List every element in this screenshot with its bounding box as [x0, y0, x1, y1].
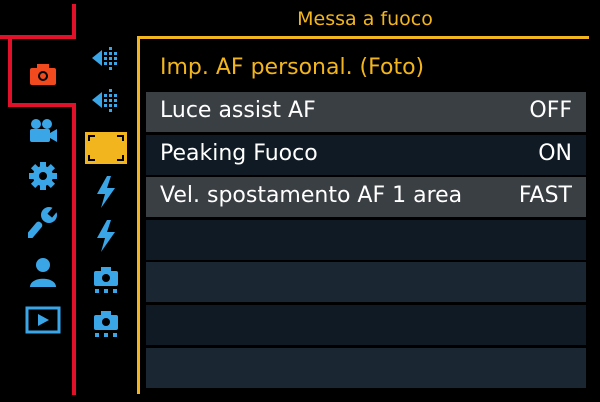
subtab-af-1[interactable]: [88, 40, 124, 76]
selection-frame-top-right: [8, 35, 76, 39]
panel-frame-left: [137, 36, 140, 394]
gear-icon: [29, 162, 57, 190]
af-grid-icon: [92, 47, 117, 70]
playback-icon: [25, 306, 61, 334]
subtab-flash-1[interactable]: [88, 174, 124, 210]
camera-custom-icon: [94, 267, 118, 293]
selection-frame-right-upper: [72, 4, 76, 39]
menu-item-label: Luce assist AF: [160, 98, 316, 123]
menu-row-empty: [146, 305, 586, 345]
af-grid-icon: [92, 89, 117, 112]
menu-item-label: Imp. AF personal. (Foto): [160, 55, 425, 80]
category-playback[interactable]: [25, 302, 61, 338]
subtab-flash-2[interactable]: [88, 218, 124, 254]
menu-item-value: ON: [538, 141, 572, 166]
video-camera-icon: [30, 119, 57, 142]
category-custom[interactable]: [25, 158, 61, 194]
menu-item-value: OFF: [529, 98, 572, 123]
camera-icon: [30, 64, 56, 85]
menu-item-label: Peaking Fuoco: [160, 141, 318, 166]
category-my-menu[interactable]: [25, 254, 61, 290]
selection-frame-bottom: [8, 103, 76, 107]
panel-frame-top: [137, 36, 589, 39]
flash-icon: [97, 176, 115, 208]
subtab-af-2[interactable]: [88, 82, 124, 118]
menu-row-empty: [146, 220, 586, 260]
menu-item-label: Vel. spostamento AF 1 area: [160, 183, 463, 208]
selection-frame-right-lower: [72, 103, 76, 395]
menu-item-focus-peaking[interactable]: Peaking Fuoco ON: [146, 135, 586, 175]
flash-icon: [97, 220, 115, 252]
subtab-camera-custom-2[interactable]: [88, 308, 124, 344]
focus-tab-icon: [85, 132, 127, 164]
menu-row-empty: [146, 262, 586, 302]
category-setup[interactable]: [25, 204, 61, 240]
subtab-focus[interactable]: [84, 130, 128, 166]
camera-menu-screen: Messa a fuoco Imp. AF personal. (Foto) L…: [0, 0, 600, 402]
menu-title: Messa a fuoco: [297, 8, 433, 30]
wrench-icon: [28, 206, 58, 238]
category-video[interactable]: [25, 114, 61, 150]
menu-item-af-move-speed[interactable]: Vel. spostamento AF 1 area FAST: [146, 177, 586, 217]
subtab-camera-custom-1[interactable]: [88, 264, 124, 300]
category-photo-camera[interactable]: [25, 56, 61, 92]
menu-item-af-assist-lamp[interactable]: Luce assist AF OFF: [146, 92, 586, 132]
menu-item-af-custom-setting[interactable]: Imp. AF personal. (Foto): [146, 49, 586, 89]
camera-custom-icon: [94, 311, 118, 337]
menu-row-empty: [146, 348, 586, 388]
person-icon: [30, 258, 56, 287]
selection-frame-left: [8, 35, 12, 107]
menu-item-value: FAST: [518, 183, 572, 208]
